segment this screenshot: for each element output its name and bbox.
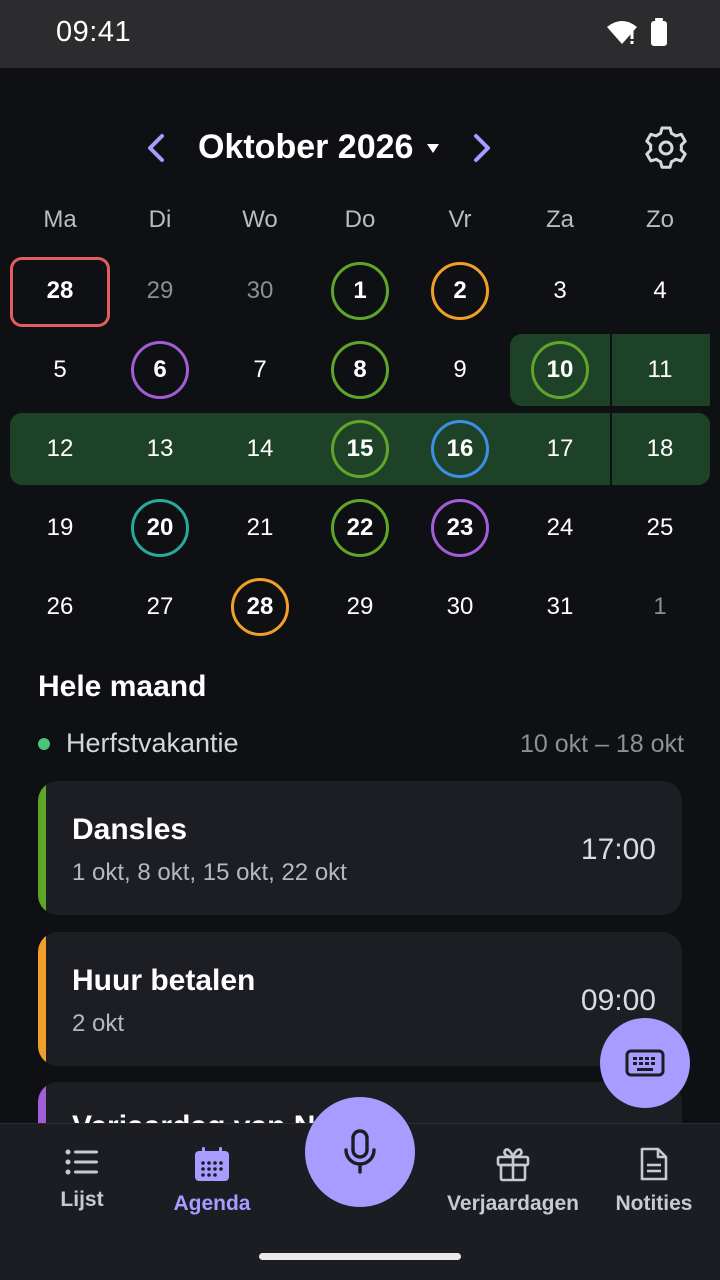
keyboard-input-button[interactable]	[600, 1018, 690, 1108]
calendar-day[interactable]: 24	[510, 489, 610, 567]
calendar-day[interactable]: 16	[410, 410, 510, 488]
list-icon	[65, 1149, 98, 1175]
event-title: Dansles	[72, 813, 188, 846]
event-accent	[38, 932, 46, 1066]
calendar-day[interactable]: 29	[110, 252, 210, 330]
calendar-day[interactable]: 18	[610, 410, 710, 488]
weekday-label: Vr	[448, 206, 472, 233]
voice-input-button[interactable]	[305, 1097, 415, 1207]
weekday-label: Zo	[645, 206, 674, 233]
calendar-day[interactable]: 7	[210, 331, 310, 409]
period-range: 10 okt – 18 okt	[519, 730, 684, 758]
chevron-down-icon[interactable]	[426, 142, 440, 154]
calendar-day[interactable]: 14	[210, 410, 310, 488]
calendar-day[interactable]: 2	[410, 252, 510, 330]
calendar-day[interactable]: 15	[310, 410, 410, 488]
calendar-day[interactable]: 26	[10, 568, 110, 646]
calendar-day[interactable]: 25	[610, 489, 710, 567]
microphone-icon	[344, 1129, 376, 1174]
weekday-label: Di	[148, 206, 172, 233]
calendar-day[interactable]: 17	[510, 410, 610, 488]
calendar-day[interactable]: 8	[310, 331, 410, 409]
calendar-day[interactable]: 12	[10, 410, 110, 488]
status-bar: 09:41	[0, 0, 720, 68]
calendar-day[interactable]: 1	[310, 252, 410, 330]
event-title: Huur betalen	[72, 964, 256, 997]
calendar-day[interactable]: 20	[110, 489, 210, 567]
weekday-label: Do	[344, 206, 376, 233]
nav-label: Verjaardagen	[447, 1192, 579, 1215]
nav-item-lijst[interactable]: Lijst	[42, 1146, 122, 1212]
document-icon	[640, 1147, 668, 1181]
section-title: Hele maand	[38, 670, 207, 703]
calendar-day[interactable]: 23	[410, 489, 510, 567]
weekday-header: Ma Di Wo Do Vr Za Zo	[10, 206, 710, 240]
calendar-day[interactable]: 30	[210, 252, 310, 330]
event-card[interactable]: Dansles 1 okt, 8 okt, 15 okt, 22 okt 17:…	[38, 781, 682, 915]
previous-month-button[interactable]	[140, 128, 172, 168]
home-indicator[interactable]	[259, 1253, 461, 1260]
nav-label: Agenda	[173, 1192, 251, 1215]
event-accent	[38, 781, 46, 915]
calendar-day[interactable]: 9	[410, 331, 510, 409]
period-dot	[38, 738, 50, 750]
calendar-grid: 28 29 30 1 2 3 4 5 6 7 8 9 10 11 12 13 1…	[10, 252, 710, 646]
nav-label: Lijst	[60, 1188, 104, 1211]
nav-item-notities[interactable]: Notities	[608, 1146, 700, 1216]
month-title[interactable]: Oktober 2026	[198, 128, 413, 167]
calendar-day[interactable]: 4	[610, 252, 710, 330]
calendar-icon	[195, 1147, 229, 1181]
calendar-day[interactable]: 21	[210, 489, 310, 567]
calendar-day[interactable]: 27	[110, 568, 210, 646]
gift-icon	[496, 1148, 530, 1182]
calendar-day[interactable]: 1	[610, 568, 710, 646]
event-dates: 2 okt	[72, 1010, 125, 1037]
weekday-label: Ma	[43, 206, 77, 233]
period-name: Herfstvakantie	[66, 728, 239, 758]
calendar-day[interactable]: 30	[410, 568, 510, 646]
calendar-day-today[interactable]: 28	[10, 252, 110, 330]
gear-icon[interactable]	[642, 124, 690, 172]
calendar-day[interactable]: 29	[310, 568, 410, 646]
nav-label: Notities	[615, 1192, 693, 1215]
nav-item-verjaardagen[interactable]: Verjaardagen	[440, 1146, 586, 1216]
period-row[interactable]: Herfstvakantie 10 okt – 18 okt	[38, 728, 684, 762]
calendar-day[interactable]: 22	[310, 489, 410, 567]
calendar-day[interactable]: 3	[510, 252, 610, 330]
calendar-day[interactable]: 31	[510, 568, 610, 646]
weekday-label: Za	[545, 206, 574, 233]
keyboard-icon	[625, 1049, 665, 1077]
event-time: 17:00	[580, 833, 656, 866]
calendar-day[interactable]: 5	[10, 331, 110, 409]
event-time: 09:00	[580, 984, 656, 1017]
wifi-icon	[607, 21, 637, 44]
calendar-day[interactable]: 6	[110, 331, 210, 409]
status-icons	[606, 18, 668, 46]
calendar-day[interactable]: 28	[210, 568, 310, 646]
battery-icon	[651, 18, 667, 46]
status-time: 09:41	[56, 16, 132, 48]
calendar-day[interactable]: 13	[110, 410, 210, 488]
next-month-button[interactable]	[466, 128, 498, 168]
event-dates: 1 okt, 8 okt, 15 okt, 22 okt	[72, 859, 347, 886]
nav-item-agenda[interactable]: Agenda	[162, 1146, 262, 1216]
event-card[interactable]: Huur betalen 2 okt 09:00	[38, 932, 682, 1066]
calendar-day[interactable]: 10	[510, 331, 610, 409]
calendar-day[interactable]: 11	[610, 331, 710, 409]
calendar-header: Oktober 2026	[0, 68, 720, 218]
weekday-label: Wo	[242, 206, 278, 233]
calendar-day[interactable]: 19	[10, 489, 110, 567]
